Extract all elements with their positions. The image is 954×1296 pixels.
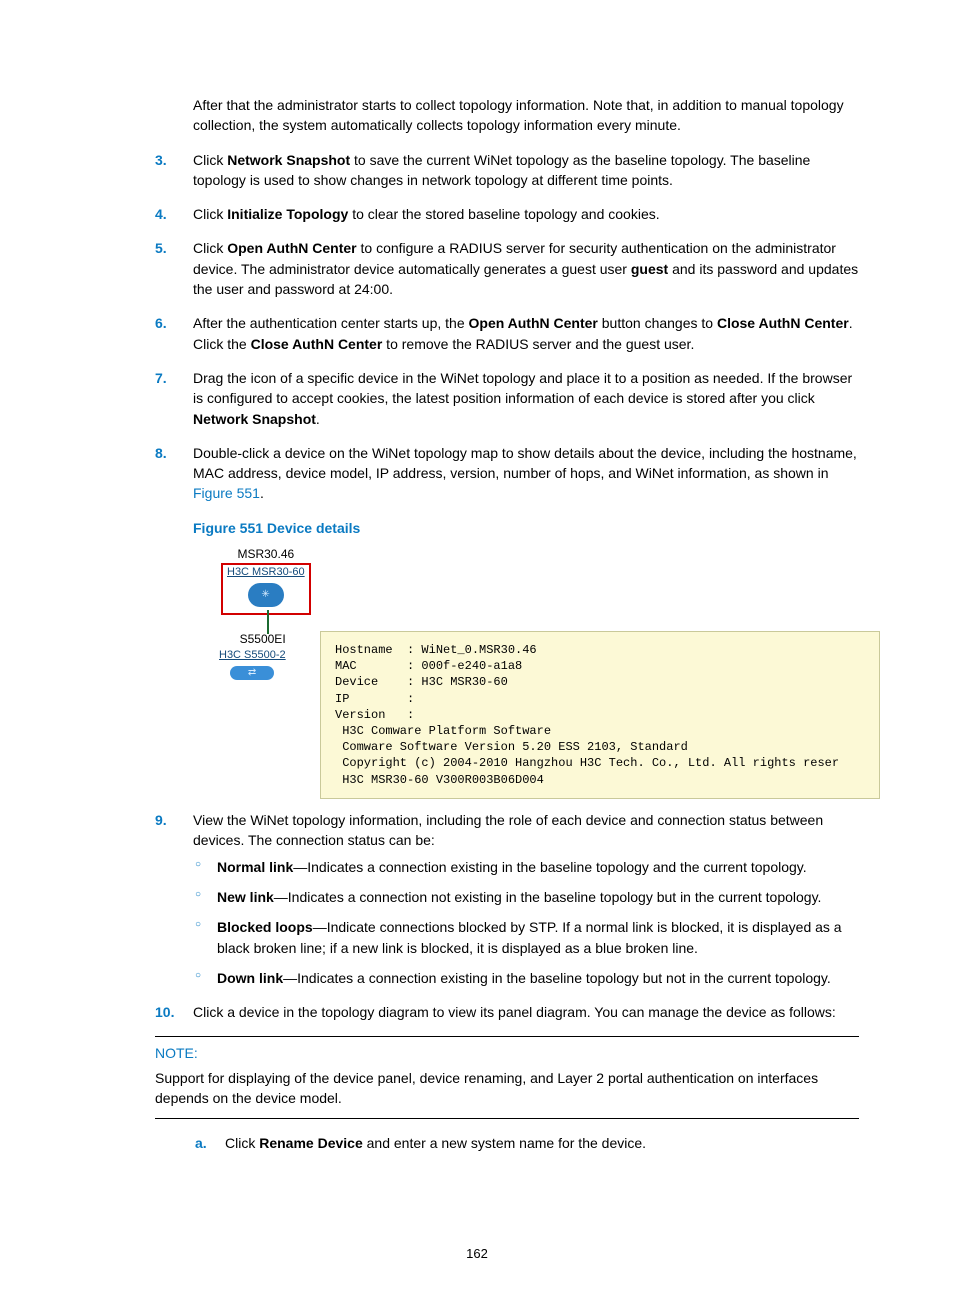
definition: —Indicates a connection existing in the … xyxy=(293,859,806,875)
device-name: MSR30.46 xyxy=(221,546,311,563)
device-name: S5500EI xyxy=(219,631,286,648)
device-model: H3C S5500-2 xyxy=(219,648,286,664)
figure-caption: Figure 551 Device details xyxy=(193,518,859,538)
list-item: Blocked loops—Indicate connections block… xyxy=(193,917,859,958)
step-10: 10. Click a device in the topology diagr… xyxy=(155,1002,859,1022)
figure-551: MSR30.46 H3C MSR30-60 ✳ S5500EI H3C S550… xyxy=(215,546,855,796)
device-node-router[interactable]: MSR30.46 H3C MSR30-60 ✳ xyxy=(221,546,311,615)
ordered-steps: 3. Click Network Snapshot to save the cu… xyxy=(155,150,859,504)
text: After the authentication center starts u… xyxy=(193,315,469,331)
list-item: Normal link—Indicates a connection exist… xyxy=(193,857,859,877)
definition: —Indicates a connection existing in the … xyxy=(283,970,831,986)
icon-glyph: ✳ xyxy=(261,588,270,603)
text: Click xyxy=(193,240,227,256)
step-number: 5. xyxy=(155,238,167,258)
router-icon: ✳ xyxy=(248,583,284,607)
step-number: 4. xyxy=(155,204,167,224)
ui-label: guest xyxy=(631,261,668,277)
ui-label: Close AuthN Center xyxy=(251,336,383,352)
sub-steps: a. Click Rename Device and enter a new s… xyxy=(195,1133,859,1153)
device-details-tooltip: Hostname : WiNet_0.MSR30.46 MAC : 000f-e… xyxy=(320,631,880,799)
step-6: 6. After the authentication center start… xyxy=(155,313,859,354)
text: Click a device in the topology diagram t… xyxy=(193,1004,836,1020)
step-8: 8. Double-click a device on the WiNet to… xyxy=(155,443,859,504)
note-body: Support for displaying of the device pan… xyxy=(155,1068,859,1109)
step-number: 8. xyxy=(155,443,167,463)
definition: —Indicates a connection not existing in … xyxy=(274,889,822,905)
selection-outline: H3C MSR30-60 ✳ xyxy=(221,563,311,615)
ui-label: Network Snapshot xyxy=(227,152,350,168)
step-3: 3. Click Network Snapshot to save the cu… xyxy=(155,150,859,191)
text: . xyxy=(260,485,264,501)
ordered-steps-cont: 9. View the WiNet topology information, … xyxy=(155,810,859,1022)
step-number: 3. xyxy=(155,150,167,170)
step-7: 7. Drag the icon of a specific device in… xyxy=(155,368,859,429)
switch-icon: ⇄ xyxy=(230,666,274,680)
term: Normal link xyxy=(217,859,293,875)
text: . xyxy=(316,411,320,427)
term: Blocked loops xyxy=(217,919,313,935)
step-9: 9. View the WiNet topology information, … xyxy=(155,810,859,988)
ui-label: Close AuthN Center xyxy=(717,315,849,331)
ui-label: Rename Device xyxy=(259,1135,363,1151)
device-node-switch[interactable]: S5500EI H3C S5500-2 ⇄ xyxy=(219,631,286,682)
text: Click xyxy=(193,206,227,222)
term: New link xyxy=(217,889,274,905)
step-number: 6. xyxy=(155,313,167,333)
sub-step-a: a. Click Rename Device and enter a new s… xyxy=(195,1133,859,1153)
step-number: 9. xyxy=(155,810,167,830)
text: View the WiNet topology information, inc… xyxy=(193,812,823,848)
icon-glyph: ⇄ xyxy=(248,666,257,681)
step-number: 7. xyxy=(155,368,167,388)
text: Double-click a device on the WiNet topol… xyxy=(193,445,857,481)
status-list: Normal link—Indicates a connection exist… xyxy=(193,857,859,988)
rule xyxy=(155,1036,859,1037)
text: button changes to xyxy=(598,315,717,331)
ui-label: Open AuthN Center xyxy=(469,315,598,331)
sub-step-label: a. xyxy=(195,1133,207,1153)
ui-label: Open AuthN Center xyxy=(227,240,356,256)
text: and enter a new system name for the devi… xyxy=(363,1135,646,1151)
rule xyxy=(155,1118,859,1119)
list-item: New link—Indicates a connection not exis… xyxy=(193,887,859,907)
page-number: 162 xyxy=(0,1245,954,1264)
text: to clear the stored baseline topology an… xyxy=(348,206,659,222)
note-label: NOTE: xyxy=(155,1043,859,1063)
text: Drag the icon of a specific device in th… xyxy=(193,370,852,406)
text: Click xyxy=(193,152,227,168)
text: Click xyxy=(225,1135,259,1151)
step-4: 4. Click Initialize Topology to clear th… xyxy=(155,204,859,224)
figure-link[interactable]: Figure 551 xyxy=(193,485,260,501)
device-model: H3C MSR30-60 xyxy=(227,565,305,581)
intro-paragraph: After that the administrator starts to c… xyxy=(193,95,859,136)
term: Down link xyxy=(217,970,283,986)
ui-label: Initialize Topology xyxy=(227,206,348,222)
ui-label: Network Snapshot xyxy=(193,411,316,427)
document-page: After that the administrator starts to c… xyxy=(0,0,954,1296)
step-number: 10. xyxy=(155,1002,174,1022)
step-5: 5. Click Open AuthN Center to configure … xyxy=(155,238,859,299)
text: to remove the RADIUS server and the gues… xyxy=(382,336,694,352)
list-item: Down link—Indicates a connection existin… xyxy=(193,968,859,988)
